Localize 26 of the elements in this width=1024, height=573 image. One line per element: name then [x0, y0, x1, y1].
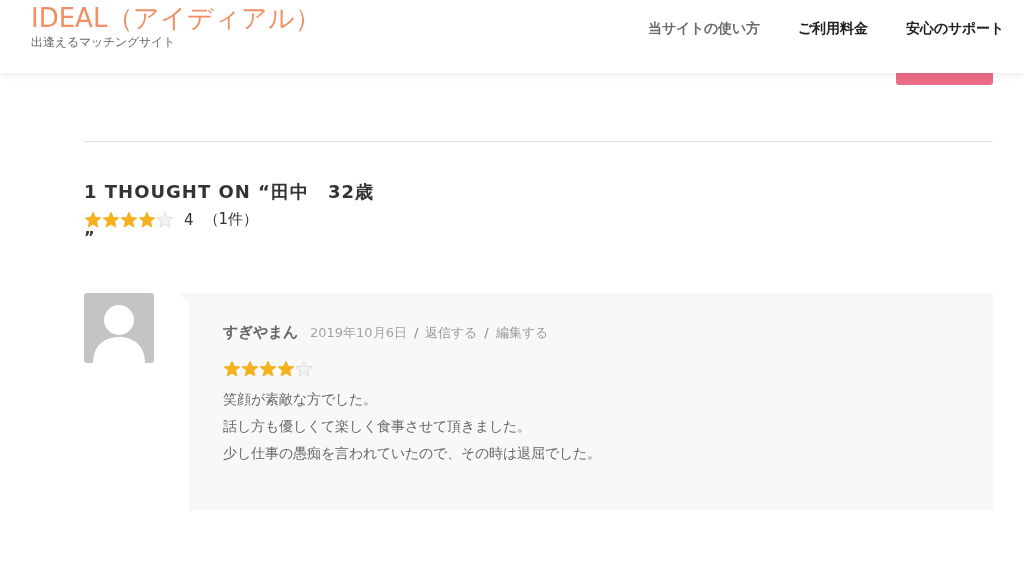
- star-icon: [138, 210, 156, 229]
- rating-value: 4: [184, 210, 194, 229]
- comment-text: 笑顔が素敵な方でした。 話し方も優しくて楽しく食事させて頂きました。 少し仕事の愚痴を言われていたので、その時は退屈でした。: [223, 390, 602, 463]
- star-icon: [120, 210, 138, 229]
- star-icon: [241, 360, 259, 378]
- comment-link[interactable]: 編集する: [495, 324, 548, 342]
- separator: /: [483, 325, 490, 340]
- cut-off-button[interactable]: [896, 73, 993, 85]
- star-icon: [102, 210, 120, 229]
- comments-heading: 1 THOUGHT ON “田中 32歳: [84, 180, 375, 204]
- closing-quote: ”: [84, 229, 96, 247]
- comment-link[interactable]: 返信する: [425, 324, 478, 342]
- star-icon: [277, 360, 295, 378]
- nav-link[interactable]: 安心のサポート: [906, 19, 1004, 38]
- nav-link[interactable]: 当サイトの使い方: [648, 19, 760, 38]
- star-icon: [84, 210, 102, 229]
- separator: /: [412, 325, 420, 340]
- star-icon: [223, 360, 241, 378]
- comment-date: 2019年10月6日: [310, 324, 407, 342]
- empty-star-icon: [156, 210, 174, 229]
- rating-count: （1件）: [203, 210, 259, 229]
- site-tagline: 出逢えるマッチングサイト: [31, 34, 176, 52]
- nav-link[interactable]: ご利用料金: [798, 19, 868, 38]
- comment-author: すぎやまん: [223, 323, 298, 342]
- avatar-icon: [84, 293, 154, 363]
- star-icon: [259, 360, 277, 378]
